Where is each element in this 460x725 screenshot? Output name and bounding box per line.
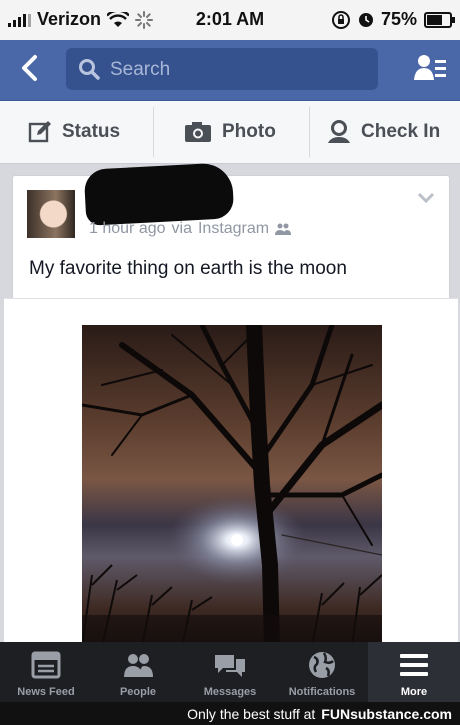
- search-input[interactable]: Search: [66, 48, 378, 90]
- edit-status-icon: [28, 121, 51, 143]
- battery-percent: 75%: [380, 9, 417, 29]
- tree-silhouette-image: [82, 325, 382, 647]
- post-via: via: [171, 220, 192, 237]
- divider: [153, 107, 154, 157]
- chevron-left-icon: [22, 55, 37, 81]
- tab-people[interactable]: People: [92, 642, 184, 702]
- post-photo-container[interactable]: [4, 298, 458, 647]
- facebook-nav-bar: Search: [0, 40, 460, 101]
- status-right: 75%: [331, 9, 455, 30]
- friends-audience-icon: [275, 223, 292, 235]
- check-in-label: Check In: [361, 121, 441, 142]
- tab-more[interactable]: More: [368, 642, 460, 702]
- bottom-tab-bar: News Feed People Messages Notifications …: [0, 642, 460, 702]
- post-meta: 1 hour ago via Instagram: [89, 220, 292, 238]
- status-label: Status: [62, 121, 121, 142]
- moon-tree-photo[interactable]: [82, 325, 382, 647]
- tab-label: Messages: [203, 686, 257, 698]
- menu-icon: [400, 654, 428, 676]
- photo-button[interactable]: Photo: [184, 101, 276, 163]
- post-text: My favorite thing on earth is the moon: [29, 258, 347, 279]
- post-source[interactable]: Instagram: [198, 220, 269, 238]
- tab-label: Notifications: [288, 686, 356, 698]
- rotation-lock-icon: [331, 10, 350, 29]
- globe-icon: [309, 652, 335, 678]
- tab-news-feed[interactable]: News Feed: [0, 642, 92, 702]
- composer-action-bar: Status Photo Check In: [0, 101, 460, 164]
- redacted-name: [83, 162, 235, 226]
- tab-notifications[interactable]: Notifications: [276, 642, 368, 702]
- news-feed-icon: [31, 651, 61, 679]
- alarm-icon: [358, 12, 373, 27]
- footer-text: Only the best stuff at: [187, 705, 316, 722]
- watermark-footer: Only the best stuff at FUNsubstance.com: [0, 702, 460, 725]
- tab-label: News Feed: [17, 686, 75, 698]
- ios-status-bar: Verizon 2:01 AM 75%: [0, 0, 460, 40]
- location-pin-icon: [328, 120, 350, 143]
- news-feed-post: 1 hour ago via Instagram My favorite thi…: [4, 162, 458, 647]
- camera-icon: [185, 122, 211, 142]
- back-button[interactable]: [14, 54, 44, 84]
- photo-label: Photo: [222, 121, 276, 142]
- battery-icon: [424, 11, 455, 28]
- chevron-down-icon[interactable]: [417, 192, 435, 204]
- tab-messages[interactable]: Messages: [184, 642, 276, 702]
- tab-label: People: [119, 686, 157, 698]
- tab-label: More: [400, 686, 428, 698]
- friend-requests-icon[interactable]: [414, 52, 446, 84]
- check-in-button[interactable]: Check In: [327, 101, 440, 163]
- avatar[interactable]: [27, 190, 75, 238]
- post-time: 1 hour ago: [89, 220, 166, 237]
- search-icon: [79, 59, 100, 80]
- footer-brand: FUNsubstance.com: [321, 705, 452, 722]
- status-button[interactable]: Status: [28, 101, 120, 163]
- divider: [309, 107, 310, 157]
- messages-icon: [215, 655, 245, 677]
- people-icon: [124, 654, 153, 677]
- search-placeholder: Search: [110, 59, 171, 80]
